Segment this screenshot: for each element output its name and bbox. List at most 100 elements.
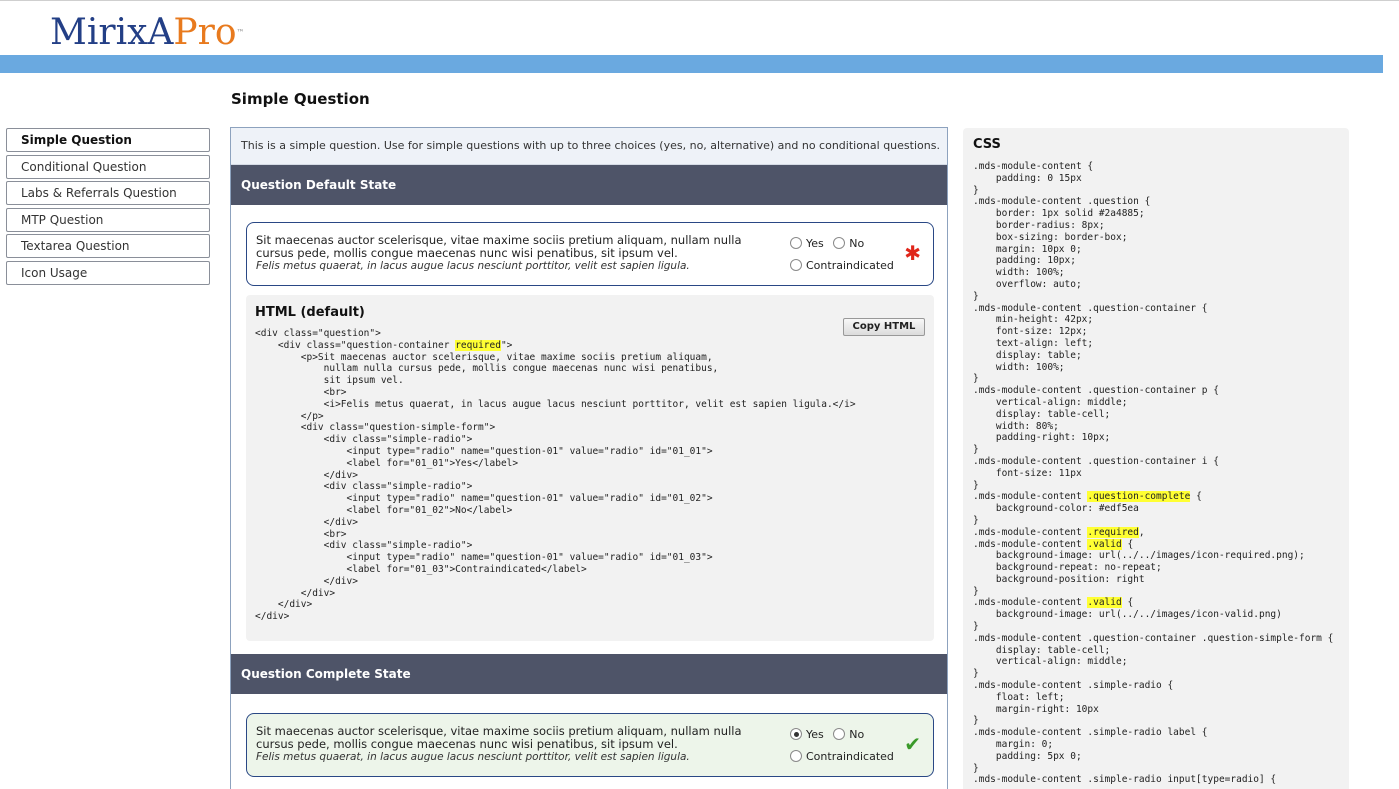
css_panel-line: margin: 10px 0;	[973, 243, 1082, 255]
intro-text: This is a simple question. Use for simpl…	[231, 128, 947, 165]
mirixapro-logo[interactable]: MirixAPro™	[50, 10, 245, 56]
sidebar-item-textarea-question[interactable]: Textarea Question	[6, 234, 210, 258]
sidebar-item-labs-referrals-question[interactable]: Labs & Referrals Question	[6, 181, 210, 205]
css_panel-line: padding: 10px;	[973, 255, 1076, 267]
radio-button-icon[interactable]	[833, 237, 846, 249]
css-panel-title: CSS	[973, 137, 1001, 152]
css_panel-line: }	[973, 762, 979, 774]
question-text: Sit maecenas auctor scelerisque, vitae m…	[256, 725, 776, 764]
radio-contraindicated[interactable]: Contraindicated	[790, 257, 894, 275]
html-panel-title: HTML (default)	[255, 305, 365, 320]
css_panel-line: }	[973, 479, 979, 491]
css_panel-line: .mds-module-content .question {	[973, 196, 1151, 208]
html_panel-line: </div>	[255, 469, 358, 481]
css_panel-line: padding: 0 15px	[973, 172, 1082, 184]
css_panel-line-tail: ,	[1138, 526, 1145, 538]
required-asterisk-icon: ✱	[904, 241, 921, 265]
code-highlight: required	[455, 339, 501, 351]
top-border	[0, 0, 1399, 1]
code-highlight: .question-complete	[1087, 491, 1191, 503]
css_panel-line: width: 80%;	[973, 420, 1059, 432]
html_panel-line: </div>	[255, 516, 358, 528]
radio-button-icon[interactable]	[790, 259, 802, 271]
html_panel-line: </div>	[255, 575, 358, 587]
html_panel-line: <input type="radio" name="question-01" v…	[255, 552, 713, 564]
question-italic-note: Felis metus quaerat, in lacus augue lacu…	[256, 751, 690, 763]
html_panel-line: <label for="01_03">Contraindicated</labe…	[255, 563, 587, 575]
css_panel-line: display: table-cell;	[973, 644, 1111, 656]
css_panel-line: overflow: auto;	[973, 278, 1082, 290]
css_panel-line: padding-right: 10px;	[973, 432, 1111, 444]
radio-button-icon[interactable]	[833, 728, 846, 740]
css_panel-line: .mds-module-content	[973, 597, 1088, 609]
sidebar-item-icon-usage[interactable]: Icon Usage	[6, 260, 210, 285]
code-highlight: .valid	[1087, 538, 1122, 550]
css_panel-line: }	[973, 373, 979, 385]
css_panel-line: .mds-module-content	[973, 526, 1088, 538]
html_panel-line: <p>Sit maecenas auctor scelerisque, vita…	[255, 351, 713, 363]
css_panel-line: .mds-module-content .question-container …	[973, 385, 1219, 397]
css_panel-line: }	[973, 668, 979, 680]
css_panel-line: }	[973, 290, 979, 302]
radio-yes[interactable]: Yes	[790, 235, 824, 253]
css_panel-line: .mds-module-content .simple-radio label …	[973, 727, 1208, 739]
html_panel-line: <div class="question-simple-form">	[255, 422, 496, 434]
css_panel-line: width: 100%;	[973, 267, 1065, 279]
css_panel-line-tail: {	[1121, 538, 1134, 550]
css_panel-line: float: left;	[973, 691, 1065, 703]
css_panel-line: width: 100%;	[973, 361, 1065, 373]
sidebar-item-simple-question[interactable]: Simple Question	[6, 128, 210, 152]
html_panel-line: <label for="01_02">No</label>	[255, 504, 513, 516]
section-header-complete-state: Question Complete State	[231, 654, 947, 694]
css_panel-line: }	[973, 184, 979, 196]
html_panel-line: <div class="simple-radio">	[255, 540, 473, 552]
header-accent-bar	[0, 55, 1383, 73]
css_panel-line-tail: {	[1121, 597, 1134, 609]
css_panel-line: background-image: url(../../images/icon-…	[973, 550, 1305, 562]
css_panel-line: box-sizing: border-box;	[973, 231, 1128, 243]
css_panel-line: .mds-module-content .simple-radio input[…	[973, 774, 1277, 786]
question-text: Sit maecenas auctor scelerisque, vitae m…	[256, 234, 776, 273]
sidebar-nav: Simple Question Conditional Question Lab…	[6, 128, 211, 287]
css_panel-line: }	[973, 444, 979, 456]
question-complete: Sit maecenas auctor scelerisque, vitae m…	[246, 713, 934, 777]
css_panel-line: .mds-module-content .question-container …	[973, 455, 1219, 467]
html_panel-line-tail: ">	[500, 339, 513, 351]
css_panel-line: background-image: url(../../images/icon-…	[973, 609, 1282, 621]
radio-no[interactable]: No	[833, 235, 864, 253]
css_panel-line: display: table-cell;	[973, 408, 1111, 420]
css_panel-line: font-size: 11px	[973, 467, 1082, 479]
css_panel-line-tail: {	[1190, 491, 1202, 503]
sidebar-item-mtp-question[interactable]: MTP Question	[6, 207, 210, 232]
sidebar-item-conditional-question[interactable]: Conditional Question	[6, 154, 210, 179]
css_panel-line: padding: 5px 0;	[973, 750, 1082, 762]
css_panel-line: min-height: 42px;	[973, 314, 1094, 326]
radio-button-icon[interactable]	[790, 237, 802, 249]
css_panel-line: .mds-module-content {	[973, 161, 1094, 172]
html_panel-line: <label for="01_01">Yes</label>	[255, 457, 519, 469]
css_panel-line: }	[973, 715, 979, 727]
radio-yes[interactable]: Yes	[790, 726, 824, 744]
css_panel-line: margin-right: 10px	[973, 703, 1099, 715]
css_panel-line: .mds-module-content	[973, 491, 1088, 503]
css_panel-line: .mds-module-content .question-container …	[973, 302, 1208, 314]
css_panel-line: }	[973, 514, 979, 526]
css_panel-line: text-align: left;	[973, 337, 1094, 349]
html_panel-line: <div class="question">	[255, 328, 381, 339]
html_panel-line: <br>	[255, 528, 347, 540]
html_panel-line: </div>	[255, 611, 290, 623]
code-highlight: .valid	[1087, 597, 1122, 609]
css-code-panel: CSS .mds-module-content { padding: 0 15p…	[963, 128, 1349, 789]
radio-button-icon[interactable]	[790, 750, 802, 762]
css_panel-line: border: 1px solid #2a4885;	[973, 208, 1145, 220]
radio-button-selected-icon[interactable]	[790, 728, 802, 740]
css_panel-line: background-repeat: no-repeat;	[973, 562, 1162, 574]
css_panel-line: background-position: right	[973, 573, 1145, 585]
css_panel-line: .mds-module-content .question-container …	[973, 632, 1334, 644]
css_panel-line: font-size: 12px;	[973, 326, 1088, 338]
css_panel-line: .mds-module-content .simple-radio {	[973, 680, 1174, 692]
radio-no[interactable]: No	[833, 726, 864, 744]
css_panel-line: margin: 0;	[973, 739, 1054, 751]
html_panel-line: <input type="radio" name="question-01" v…	[255, 493, 713, 505]
radio-contraindicated[interactable]: Contraindicated	[790, 748, 894, 766]
